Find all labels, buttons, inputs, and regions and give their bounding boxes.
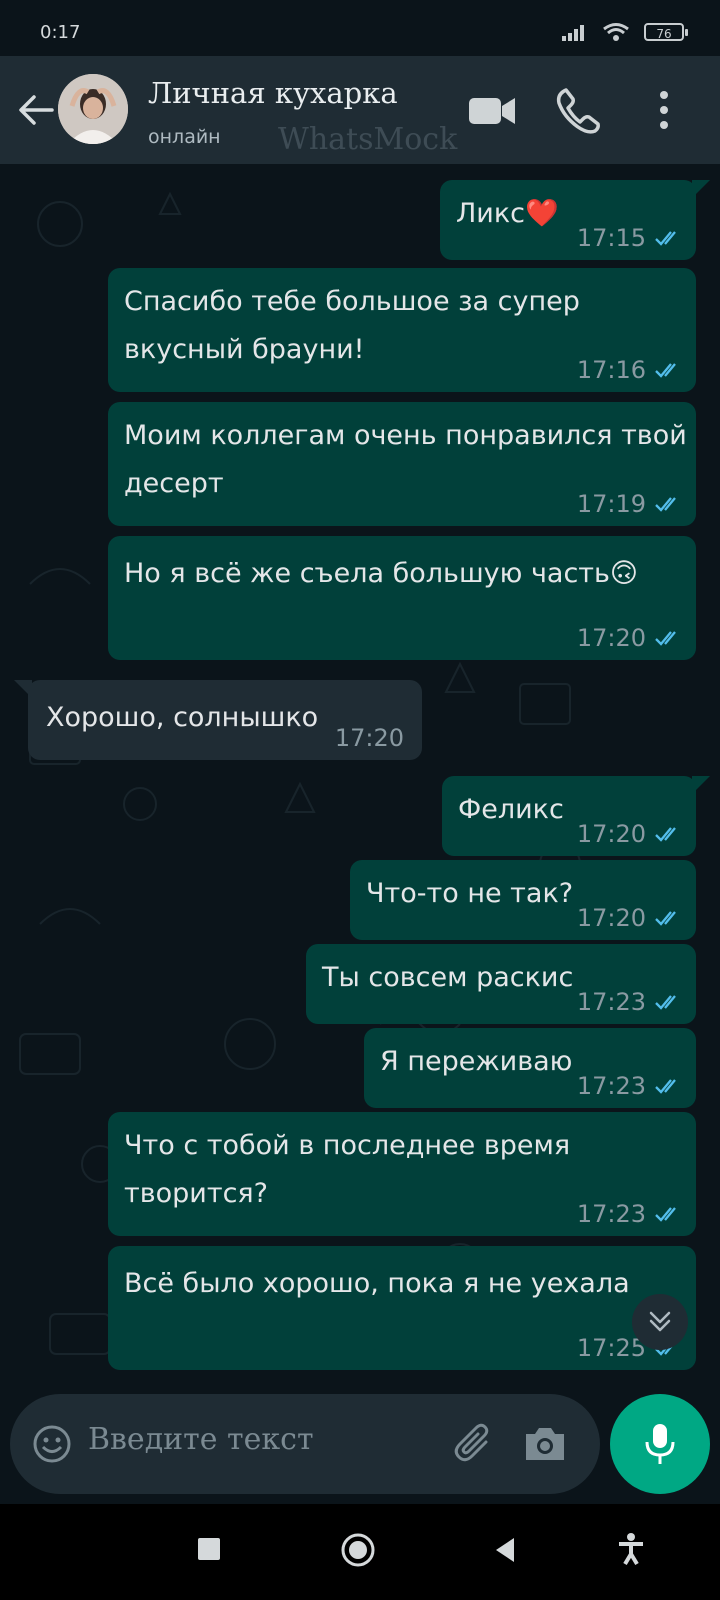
- message-meta: 17:20: [335, 724, 404, 752]
- message-time: 17:16: [576, 356, 646, 384]
- watermark: WhatsMock: [278, 122, 458, 157]
- message-meta: 17:19: [577, 490, 682, 518]
- message-meta: 17:23: [577, 988, 682, 1016]
- message-bubble[interactable]: Что-то не так? 17:20: [350, 860, 696, 940]
- scroll-to-bottom-button[interactable]: [632, 1294, 688, 1350]
- message-bubble[interactable]: Ты совсем раскис 17:23: [306, 944, 696, 1024]
- accessibility-icon[interactable]: [616, 1532, 646, 1566]
- double-check-icon: [655, 995, 676, 1010]
- message-bubble[interactable]: Всё было хорошо, пока я не уехала 17:25: [108, 1246, 696, 1370]
- recents-square-icon[interactable]: [196, 1536, 222, 1562]
- bubble-tail: [14, 680, 32, 698]
- double-check-icon: [655, 497, 676, 512]
- message-text: Всё было хорошо, пока я не уехала: [124, 1268, 630, 1299]
- battery-indicator: 76: [644, 23, 688, 41]
- message-list[interactable]: Ликс❤️ 17:15 Спасибо тебе большое за суп…: [0, 164, 720, 1400]
- microphone-icon: [645, 1424, 675, 1464]
- chevron-double-down-icon: [649, 1311, 671, 1332]
- contact-name[interactable]: Личная кухарка: [148, 76, 398, 110]
- message-time: 17:20: [576, 820, 646, 848]
- camera-icon[interactable]: [522, 1422, 568, 1466]
- message-text: Я переживаю: [380, 1046, 573, 1077]
- avatar[interactable]: [58, 74, 128, 144]
- message-meta: 17:20: [577, 904, 682, 932]
- message-bubble[interactable]: Я переживаю 17:23: [364, 1028, 696, 1108]
- message-bubble[interactable]: Моим коллегам очень понравился твой десе…: [108, 402, 696, 526]
- message-time: 17:23: [576, 1072, 646, 1100]
- message-meta: 17:23: [577, 1072, 682, 1100]
- bubble-tail: [692, 776, 710, 794]
- message-text: Что с тобой в последнее время творится?: [124, 1130, 571, 1209]
- double-check-icon: [655, 1079, 676, 1094]
- paperclip-icon[interactable]: [452, 1422, 496, 1466]
- message-bubble[interactable]: Спасибо тебе большое за супер вкусный бр…: [108, 268, 696, 392]
- more-vertical-icon[interactable]: [638, 84, 690, 136]
- composer-bar: Введите текст: [10, 1394, 600, 1494]
- bubble-tail: [692, 180, 710, 198]
- phone-icon[interactable]: [552, 84, 604, 136]
- contact-status: онлайн: [148, 126, 221, 148]
- message-time: 17:20: [334, 724, 404, 752]
- double-check-icon: [655, 363, 676, 378]
- system-nav-bar: [0, 1504, 720, 1600]
- message-bubble[interactable]: Но я всё же съела большую часть🙃 17:20: [108, 536, 696, 660]
- video-camera-icon[interactable]: [466, 84, 518, 136]
- back-triangle-icon[interactable]: [492, 1536, 518, 1564]
- double-check-icon: [655, 631, 676, 646]
- voice-record-button[interactable]: [610, 1394, 710, 1494]
- message-time: 17:20: [576, 624, 646, 652]
- wifi-icon: [603, 23, 629, 41]
- double-check-icon: [655, 231, 676, 246]
- message-bubble[interactable]: Что с тобой в последнее время творится? …: [108, 1112, 696, 1236]
- message-time: 17:25: [576, 1334, 646, 1362]
- message-meta: 17:20: [577, 820, 682, 848]
- message-text: Ликс❤️: [456, 198, 559, 229]
- message-meta: 17:20: [577, 624, 682, 652]
- message-text: Феликс: [458, 794, 564, 825]
- double-check-icon: [655, 827, 676, 842]
- home-circle-icon[interactable]: [340, 1532, 376, 1568]
- double-check-icon: [655, 1207, 676, 1222]
- message-time: 17:23: [576, 1200, 646, 1228]
- signal-icon: [562, 25, 584, 41]
- message-bubble[interactable]: Феликс 17:20: [442, 776, 710, 856]
- status-icons: 76: [562, 22, 688, 42]
- message-bubble[interactable]: Ликс❤️ 17:15: [440, 180, 710, 260]
- message-time: 17:20: [576, 904, 646, 932]
- emoji-icon[interactable]: [32, 1424, 72, 1464]
- message-text: Но я всё же съела большую часть🙃: [124, 558, 639, 589]
- message-text: Спасибо тебе большое за супер вкусный бр…: [124, 286, 580, 365]
- message-meta: 17:23: [577, 1200, 682, 1228]
- avatar-photo: [58, 74, 128, 144]
- message-time: 17:15: [576, 224, 646, 252]
- message-text: Ты совсем раскис: [322, 962, 574, 993]
- message-bubble[interactable]: Хорошо, солнышко 17:20: [14, 680, 422, 760]
- chat-header: Личная кухарка онлайн WhatsMock: [0, 56, 720, 164]
- message-input[interactable]: Введите текст: [88, 1422, 314, 1457]
- message-text: Хорошо, солнышко: [46, 702, 319, 733]
- double-check-icon: [655, 911, 676, 926]
- message-time: 17:19: [576, 490, 646, 518]
- status-time: 0:17: [40, 22, 81, 43]
- message-meta: 17:16: [577, 356, 682, 384]
- status-bar: 0:17 76: [0, 0, 720, 56]
- message-time: 17:23: [576, 988, 646, 1016]
- message-meta: 17:15: [577, 224, 682, 252]
- message-text: Что-то не так?: [366, 878, 574, 909]
- arrow-left-icon[interactable]: [14, 88, 58, 132]
